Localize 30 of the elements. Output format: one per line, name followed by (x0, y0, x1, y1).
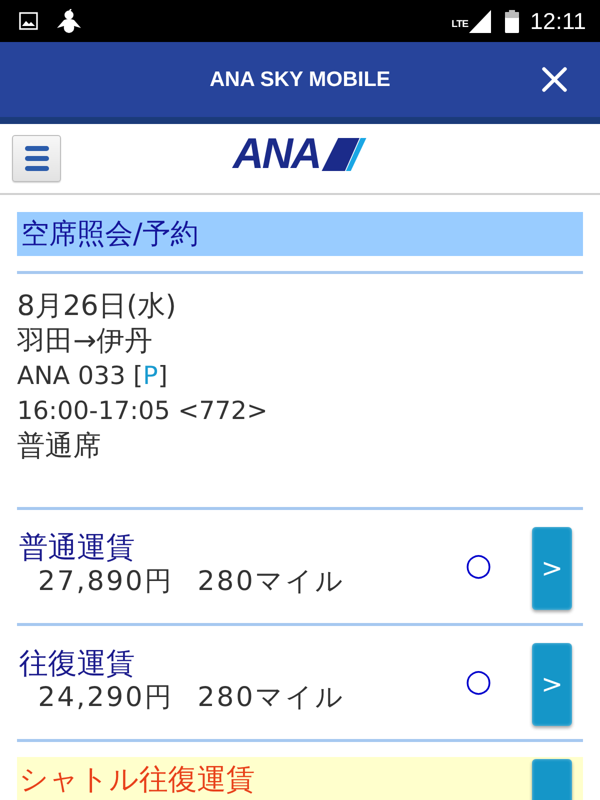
close-button[interactable] (542, 67, 567, 92)
availability-mark: ○ (464, 666, 492, 697)
fare-name: 往復運賃 (19, 646, 135, 680)
menu-button[interactable] (12, 135, 61, 182)
page-title: 空席照会/予約 (17, 212, 583, 256)
availability-mark: ○ (464, 550, 492, 581)
seat-class-text: 普通席 (17, 428, 102, 463)
signal-icon (469, 10, 492, 32)
network-type-text: LTE (451, 20, 468, 30)
app-title: ANA SKY MOBILE (210, 68, 390, 92)
menu-icon (24, 146, 48, 171)
clock-text: 12:11 (530, 10, 586, 32)
close-icon (542, 67, 567, 92)
next-button[interactable]: > (532, 527, 572, 610)
flight-number-text: ANA 033 (17, 360, 126, 392)
time-text: 16:00-17:05 <772> (17, 395, 269, 427)
fare-price: 24,290円 (38, 681, 174, 715)
figure-icon (56, 8, 82, 34)
image-icon (19, 12, 38, 30)
fare-name: シャトル往復運賃 (19, 762, 255, 796)
fare-miles: 280マイル (197, 681, 346, 715)
fare-mark-label: [P] (133, 360, 168, 392)
route-text: 羽田→伊丹 (17, 323, 154, 358)
next-button[interactable]: > (532, 643, 572, 726)
battery-icon (505, 10, 520, 32)
logo: ANA (232, 133, 368, 176)
fare-price: 27,890円 (38, 565, 174, 599)
fare-name: 普通運賃 (19, 530, 135, 564)
date-text: 8月26日(水) (17, 288, 178, 323)
fare-miles: 280マイル (197, 565, 346, 599)
